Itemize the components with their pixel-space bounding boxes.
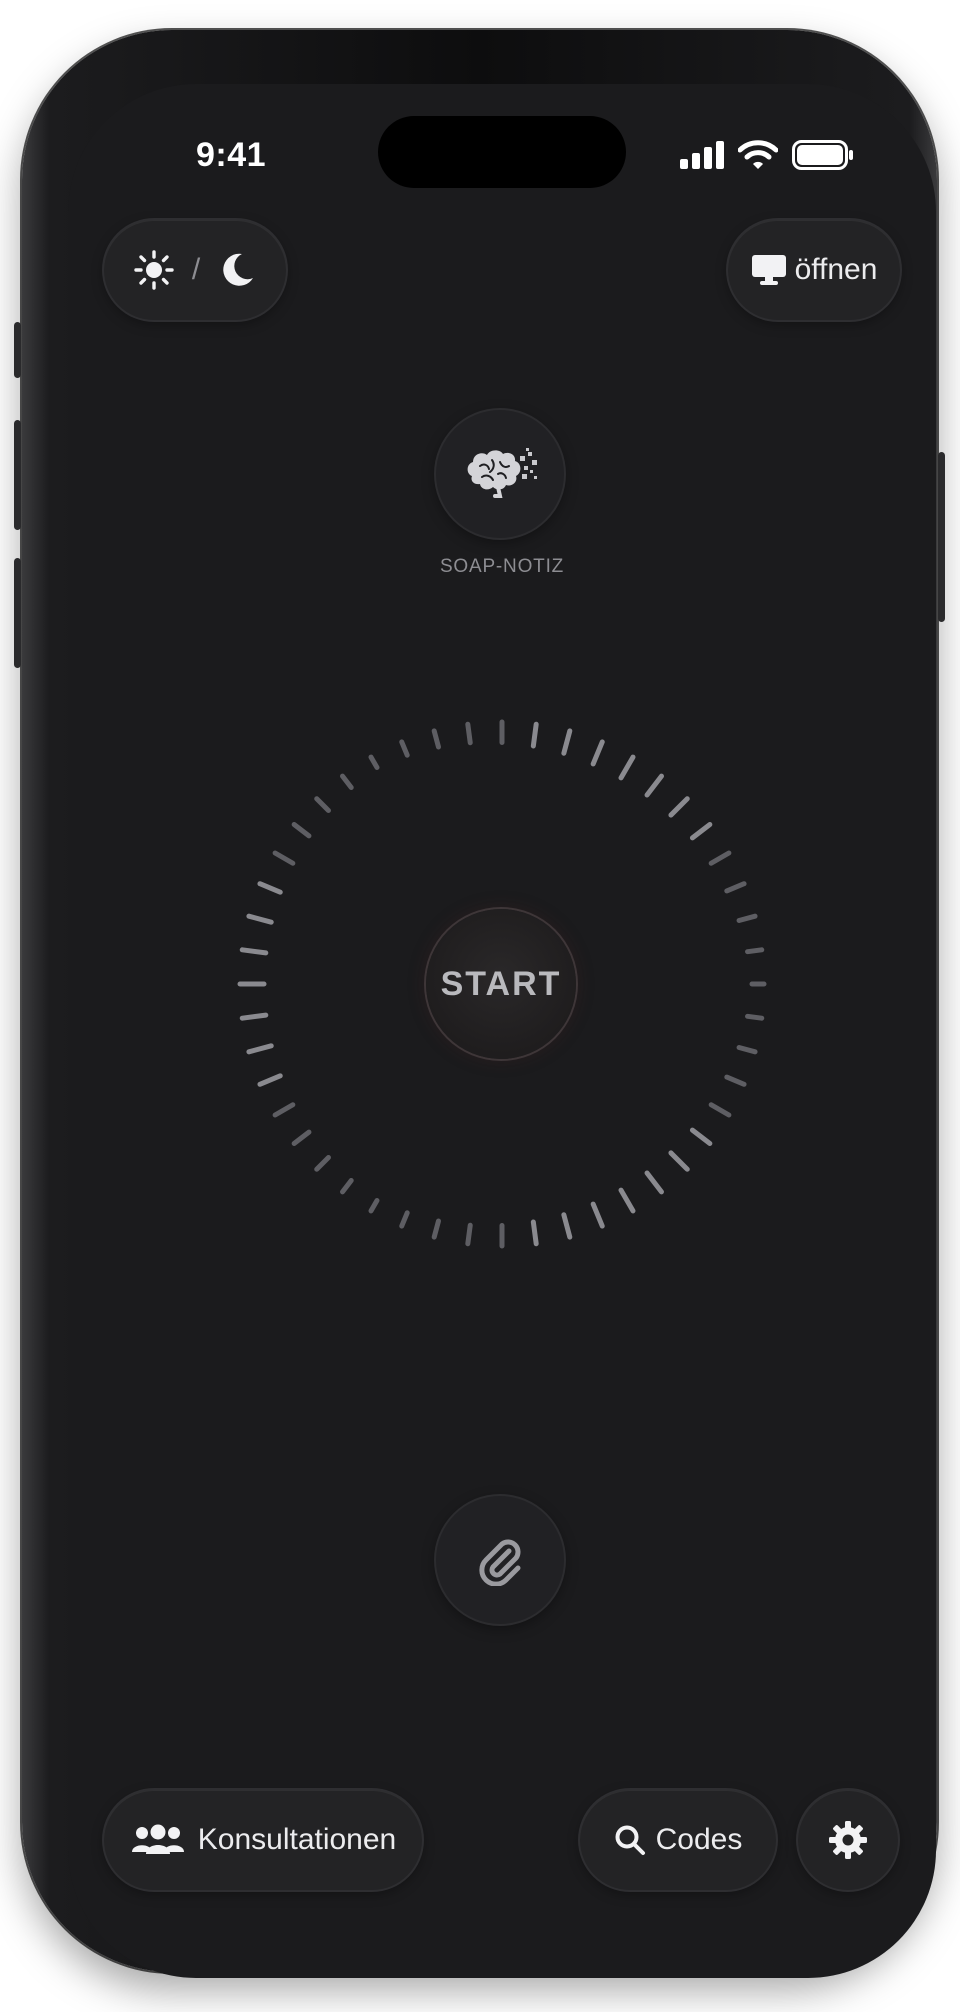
- ring-tick: [745, 947, 765, 955]
- ring-tick: [724, 1074, 747, 1087]
- gear-icon: [829, 1821, 867, 1859]
- ring-tick: [708, 1102, 732, 1118]
- power-button: [938, 452, 945, 622]
- ring-tick: [314, 796, 331, 813]
- ring-tick: [530, 721, 539, 749]
- theme-separator: /: [191, 253, 201, 286]
- ring-tick: [239, 947, 269, 956]
- ring-tick: [618, 754, 636, 781]
- ring-tick: [368, 754, 380, 770]
- ring-tick: [590, 739, 605, 767]
- soap-note-label: SOAP-NOTIZ: [439, 556, 565, 577]
- ring-tick: [724, 881, 747, 894]
- open-button-label: öffnen: [794, 253, 878, 286]
- ring-tick: [368, 1198, 380, 1214]
- ring-tick: [257, 1073, 283, 1087]
- soap-note-button[interactable]: [436, 410, 564, 538]
- ring-tick: [246, 913, 274, 925]
- ring-tick: [431, 728, 441, 750]
- status-icons: [680, 140, 854, 170]
- ring-tick: [272, 1102, 296, 1118]
- ring-tick: [561, 728, 573, 756]
- start-button[interactable]: START: [426, 909, 576, 1059]
- status-time: 9:41: [196, 136, 267, 174]
- ring-tick: [668, 796, 690, 818]
- open-button[interactable]: öffnen: [728, 220, 900, 320]
- ring-tick: [689, 1127, 713, 1146]
- ring-tick: [291, 822, 312, 839]
- codes-label: Codes: [655, 1823, 743, 1856]
- ring-tick: [340, 1177, 354, 1195]
- ring-tick: [689, 822, 713, 841]
- ring-tick: [618, 1187, 636, 1214]
- users-icon: [131, 1824, 184, 1854]
- ring-tick: [745, 1013, 765, 1021]
- silent-switch: [14, 322, 21, 378]
- dynamic-island: [378, 116, 626, 188]
- brain-icon: [467, 448, 537, 498]
- ring-tick: [431, 1218, 441, 1240]
- paperclip-icon: [479, 1539, 521, 1586]
- consultations-button[interactable]: Konsultationen: [104, 1790, 422, 1890]
- monitor-icon: [751, 255, 786, 285]
- ring-tick: [399, 1210, 410, 1229]
- ring-tick: [246, 1043, 274, 1055]
- ring-tick: [257, 881, 283, 895]
- ring-tick: [465, 1222, 473, 1247]
- search-icon: [615, 1825, 645, 1855]
- signal-icon: [680, 141, 724, 169]
- ring-tick: [272, 850, 296, 866]
- ring-tick: [340, 773, 354, 791]
- ring-tick: [668, 1150, 690, 1172]
- start-button-label: START: [440, 964, 562, 1003]
- ring-tick: [644, 773, 664, 798]
- ring-tick: [561, 1212, 573, 1240]
- ring-tick: [736, 1045, 758, 1055]
- app-screen: 9:41 / öffnen SOAP-NOTIZ START Konsultat…: [68, 84, 936, 1978]
- volume-up-button: [14, 420, 21, 530]
- ring-tick: [736, 913, 758, 923]
- moon-icon: [223, 253, 254, 286]
- ring-tick: [644, 1170, 664, 1195]
- ring-tick: [291, 1129, 312, 1146]
- battery-icon: [792, 140, 853, 170]
- attach-button[interactable]: [436, 1496, 564, 1624]
- ring-tick: [399, 739, 410, 758]
- ring-tick: [314, 1155, 331, 1172]
- wifi-icon: [738, 140, 778, 169]
- ring-tick: [530, 1219, 539, 1247]
- ring-tick: [708, 850, 732, 866]
- ring-tick: [590, 1201, 605, 1229]
- consultations-label: Konsultationen: [197, 1823, 397, 1856]
- volume-down-button: [14, 558, 21, 668]
- sun-icon: [134, 250, 174, 290]
- settings-button[interactable]: [798, 1790, 898, 1890]
- codes-button[interactable]: Codes: [580, 1790, 776, 1890]
- phone-frame: 9:41 / öffnen SOAP-NOTIZ START Konsultat…: [14, 30, 945, 1978]
- ring-tick: [465, 721, 473, 746]
- theme-toggle-button[interactable]: /: [104, 220, 286, 320]
- ring-tick: [239, 1012, 269, 1021]
